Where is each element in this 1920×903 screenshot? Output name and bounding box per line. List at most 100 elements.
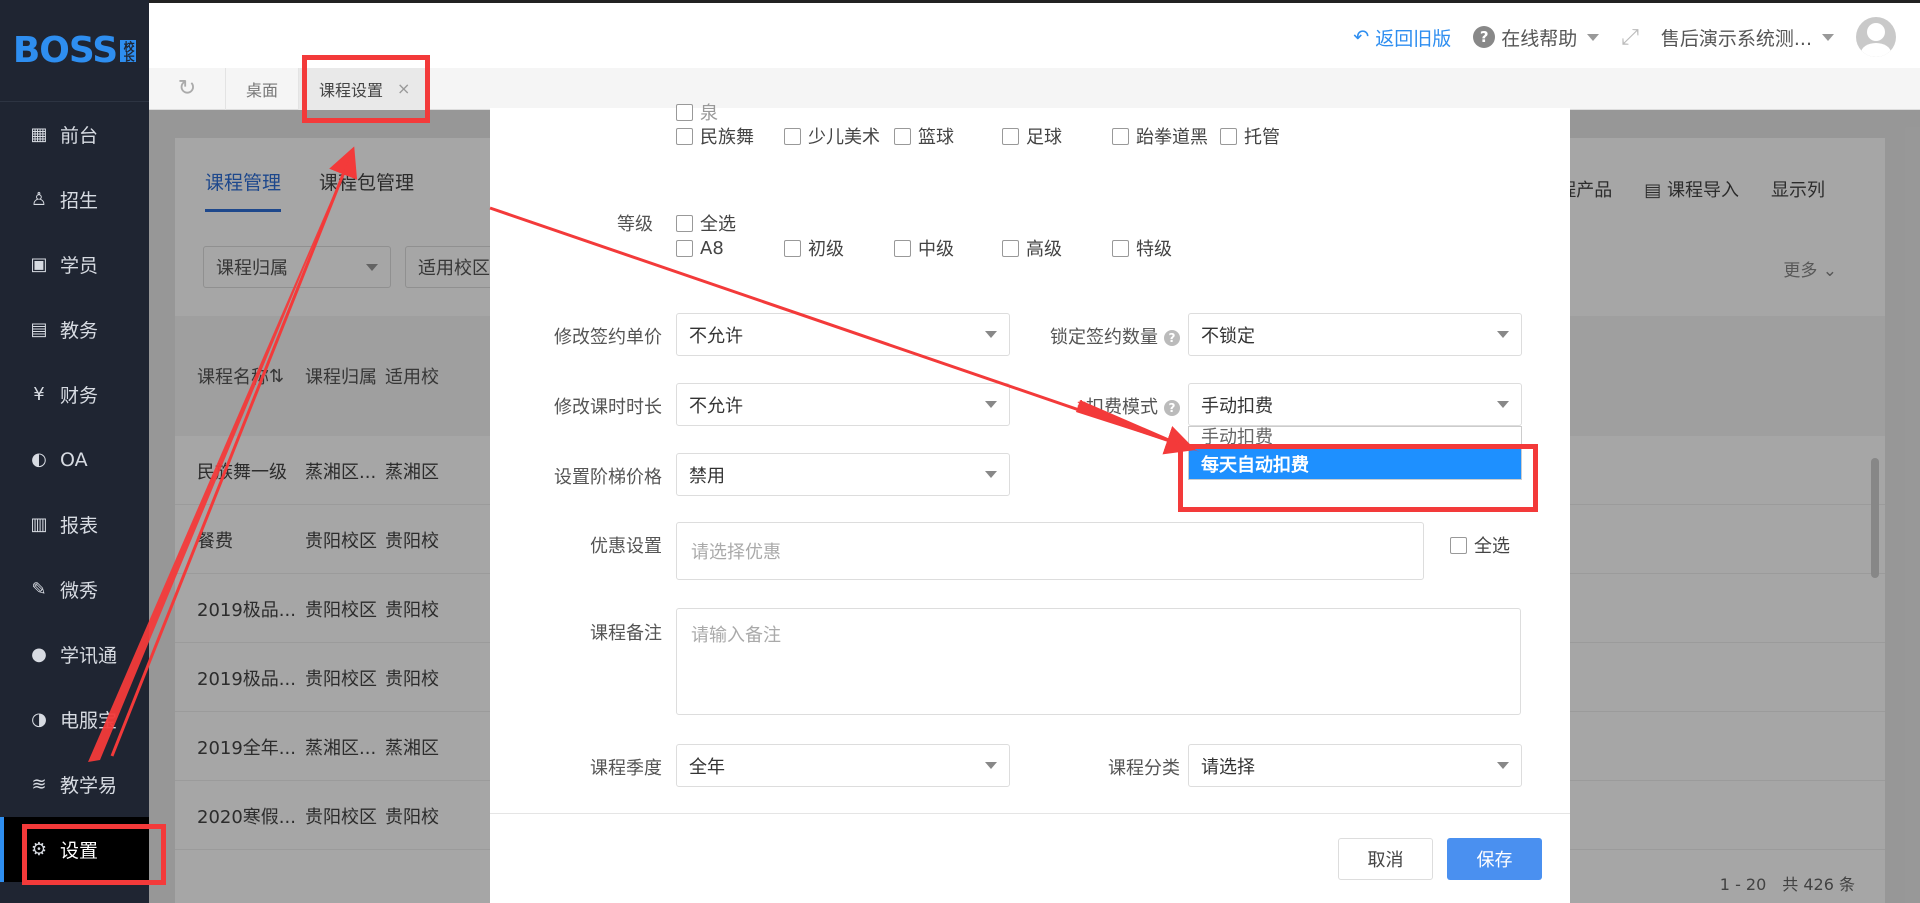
cancel-button[interactable]: 取消 [1338,838,1433,880]
lock-qty-label: 锁定签约数量? [930,323,1180,349]
select-value: 手动扣费 [1201,395,1273,417]
checkbox-label: 篮球 [918,127,954,148]
checkbox-label: 中级 [918,239,954,260]
remark-label: 课程备注 [590,623,662,644]
bar-chart-icon: ▥ [30,514,48,535]
category-select[interactable]: 请选择 [1188,744,1522,787]
select-value: 全年 [689,756,725,778]
level-checkbox[interactable]: 高级 [1002,235,1062,261]
help-label: 在线帮助 [1501,27,1578,50]
highlight-box-tab [302,55,430,123]
tab-label: 桌面 [246,80,279,100]
location-pin-icon: ● [31,644,47,665]
discount-all-checkbox[interactable]: 全选 [1450,532,1510,558]
sidebar-item-dianfubao[interactable]: ◑ 电服宝 [0,687,149,752]
category-label: 课程分类 [1108,758,1180,779]
sidebar-item-label: 财务 [60,385,99,407]
level-checkbox[interactable]: A8 [676,238,724,259]
back-to-old-version-link[interactable]: ↶ 返回旧版 [1353,24,1451,51]
checkbox-label: 高级 [1026,239,1062,260]
sidebar-item-label: 前台 [60,125,99,147]
sidebar-item-xuexuntong[interactable]: ● 学讯通 [0,622,149,687]
sidebar-item-finance[interactable]: ¥ 财务 [0,362,149,427]
highlight-box-settings [22,824,166,885]
fee-mode-select[interactable]: 手动扣费 [1188,383,1522,426]
logo-tag: 校长 [120,39,137,62]
question-icon: ? [1473,26,1496,48]
category-checkbox[interactable]: 足球 [1002,123,1062,149]
sidebar-item-enroll[interactable]: ♙ 招生 [0,167,149,232]
tab-desktop[interactable]: 桌面 [225,67,298,110]
checkbox-label: 足球 [1026,127,1062,148]
tier-price-select[interactable]: 禁用 [676,453,1010,496]
book-icon: ▤ [30,319,48,340]
fullscreen-icon[interactable]: ⤢ [1621,25,1639,50]
category-checkbox[interactable]: 托管 [1220,123,1280,149]
level-checkbox[interactable]: 中级 [894,235,954,261]
sidebar-item-label: 学员 [60,255,99,277]
checkbox-label: 泉 [700,103,718,122]
user-add-icon: ♙ [30,189,48,210]
yen-icon: ¥ [33,384,45,405]
sidebar-item-label: OA [60,448,88,471]
refresh-icon[interactable]: ↻ [149,76,225,101]
user-label: 售后演示系统测... [1660,27,1812,50]
select-value: 禁用 [689,465,725,487]
sidebar-item-frontdesk[interactable]: ▦ 前台 [0,102,149,167]
modal-footer: 取消 保存 [490,813,1570,903]
chevron-down-icon [1822,33,1834,41]
sidebar-nav: ▦ 前台 ♙ 招生 ▣ 学员 ▤ 教务 ¥ 财务 ◐ OA ▥ 报表 ✎ 微秀 ● 学讯通 ◑ 电服… [0,102,149,882]
level-label: 等级 [617,214,653,235]
sidebar-item-label: 电服宝 [60,710,118,732]
checkbox-label: 全选 [700,214,736,235]
label-text: 扣费模式 [1086,397,1158,418]
category-checkbox[interactable]: 跆拳道黑 [1112,123,1208,149]
chevron-down-icon [1497,331,1509,338]
checkbox-label: 初级 [808,239,844,260]
select-value: 不锁定 [1201,325,1255,347]
chevron-down-icon [985,471,997,478]
calendar-icon: ▦ [30,124,48,145]
lock-qty-select[interactable]: 不锁定 [1188,313,1522,356]
question-icon: ? [1164,400,1180,416]
discount-label: 优惠设置 [590,536,662,557]
checkbox-label: 民族舞 [700,127,754,148]
remark-textarea[interactable]: 请输入备注 [676,608,1521,715]
sidebar-item-label: 学讯通 [60,645,118,667]
sidebar-item-reports[interactable]: ▥ 报表 [0,492,149,557]
sidebar-item-students[interactable]: ▣ 学员 [0,232,149,297]
user-menu[interactable]: 售后演示系统测... [1661,24,1834,51]
sidebar-item-weixiu[interactable]: ✎ 微秀 [0,557,149,622]
checkbox-label: 少儿美术 [808,127,880,148]
sidebar-item-label: 招生 [60,190,99,212]
sidebar-item-jiaoxueyi[interactable]: ≋ 教学易 [0,752,149,817]
avatar[interactable] [1856,17,1896,57]
sidebar-item-oa[interactable]: ◐ OA [0,427,149,492]
category-checkbox[interactable]: 少儿美术 [784,123,880,149]
level-checkbox[interactable]: 初级 [784,235,844,261]
level-checkbox[interactable]: 特级 [1112,235,1172,261]
chevron-down-icon [1497,762,1509,769]
category-checkbox[interactable]: 篮球 [894,123,954,149]
id-card-icon: ▣ [30,254,48,275]
category-checkbox[interactable]: 民族舞 [676,123,754,149]
online-help-menu[interactable]: ? 在线帮助 [1473,24,1600,51]
xiu-icon: ✎ [31,579,47,600]
chevron-down-icon [1497,401,1509,408]
discount-input[interactable]: 请选择优惠 [676,522,1424,580]
teach-icon: ≋ [31,774,47,795]
checkbox-label: A8 [700,237,724,259]
category-row-cut: 泉 [676,102,718,122]
level-all-checkbox[interactable]: 全选 [676,210,736,236]
checkbox-label: 托管 [1244,127,1280,148]
checkbox-label: 全选 [1474,536,1510,557]
sidebar-item-label: 微秀 [60,580,99,602]
highlight-box-option [1178,444,1538,512]
label-text: 锁定签约数量 [1050,327,1158,348]
price-change-label: 修改签约单价 [554,327,662,348]
sidebar-item-academic[interactable]: ▤ 教务 [0,297,149,362]
sidebar: BOSS 校长 ▦ 前台 ♙ 招生 ▣ 学员 ▤ 教务 ¥ 财务 ◐ OA ▥ 报表 ✎ 微秀 ●… [0,0,149,903]
chevron-down-icon [1587,33,1600,41]
select-value: 不允许 [689,395,743,417]
save-button[interactable]: 保存 [1447,838,1542,880]
